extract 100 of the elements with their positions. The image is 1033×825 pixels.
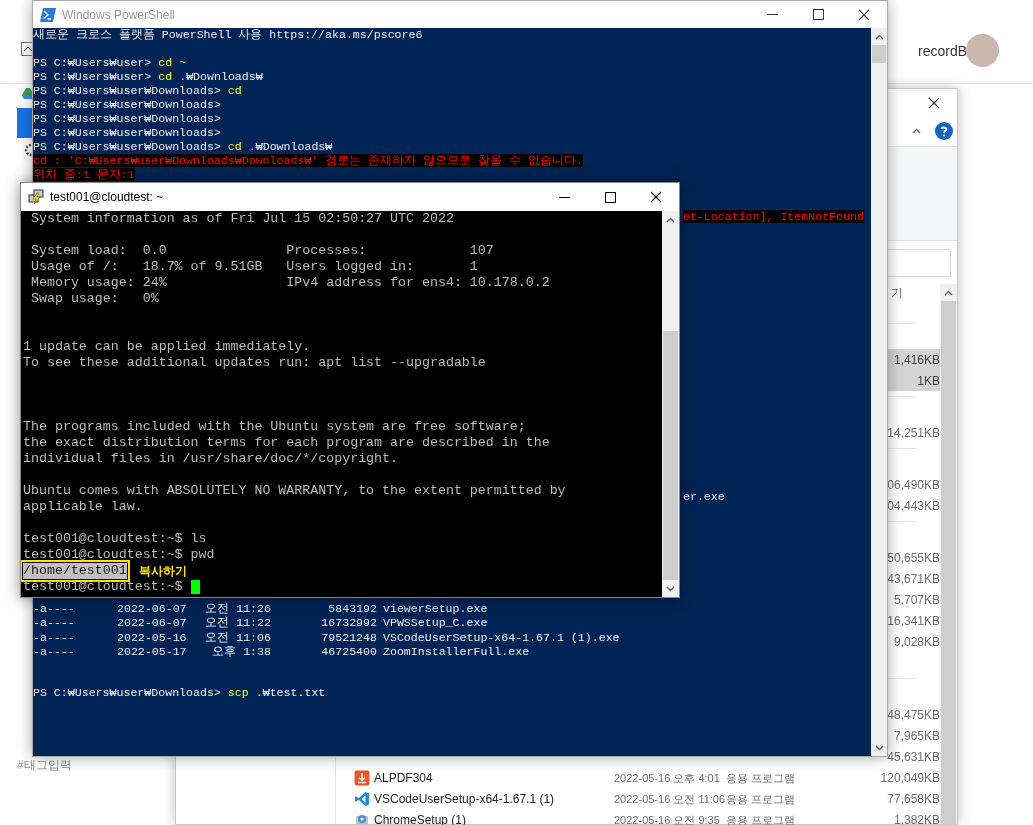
terminal-text: test001@cloudtest:~$ ls	[23, 531, 207, 546]
scroll-up-icon[interactable]	[874, 33, 884, 40]
argument-text: .₩test.txt	[255, 685, 326, 700]
scrollbar[interactable]	[871, 28, 887, 756]
help-icon[interactable]	[935, 122, 953, 140]
scrollbar-thumb[interactable]	[872, 45, 886, 63]
terminal-text: test001@cloudtest:~$ pwd	[23, 547, 215, 562]
prompt-text: PS C:₩Users₩user₩Downloads>	[33, 126, 221, 140]
file-name: VSCodeUserSetup-x64-1.67.1 (1)	[374, 790, 555, 808]
terminal-text: individual files in /usr/share/doc/*/copyright.	[23, 451, 399, 466]
file-row[interactable]: VSCodeUserSetup-x64-1.67.1 (1) 2022-05-16 오전 11:06응용 프로그램 77,658KB	[336, 788, 940, 809]
scroll-up-icon[interactable]	[666, 216, 675, 223]
close-icon[interactable]	[858, 8, 870, 21]
maximize-icon[interactable]	[812, 9, 824, 20]
argument-text: .₩Downloads₩	[248, 140, 333, 154]
console-text: 새로운 크로스 플랫폼 PowerShell 사용 https://aka.ms/pscore6	[33, 28, 423, 41]
command-text: cd	[227, 84, 242, 98]
file-size: 1,382KB	[893, 811, 940, 825]
text-cursor	[190, 580, 200, 594]
command-text: cd	[158, 56, 173, 70]
powershell-icon	[40, 7, 56, 22]
selected-file-size[interactable]: 1KB	[888, 370, 940, 391]
scrollbar-thumb[interactable]	[663, 331, 678, 580]
prompt-text: PS C:₩Users₩user₩Downloads>	[33, 98, 221, 112]
close-icon[interactable]	[928, 96, 940, 109]
terminal-text: the exact distribution terms for each program are described in the	[23, 435, 550, 450]
scrollbar[interactable]	[662, 211, 679, 597]
terminal-text: Usage of /: 18.7% of 9.51GB Users logged in: 1	[29, 259, 478, 274]
prompt-text: PS C:₩Users₩user>	[33, 70, 152, 84]
maximize-icon[interactable]	[604, 191, 616, 203]
collapse-ribbon-icon[interactable]	[912, 128, 921, 134]
file-name: VSCodeUserSetup-x64-1.67.1 (1).exe	[383, 630, 620, 646]
file-date: 2022-05-17	[117, 645, 188, 660]
gear-icon[interactable]	[23, 143, 35, 157]
file-type: 응용 프로그램	[726, 771, 796, 784]
argument-text: ~	[179, 56, 187, 70]
terminal-text: test001@cloudtest:~$	[23, 579, 183, 595]
file-time: 오전 11:06	[205, 630, 271, 646]
file-mode: -a----	[33, 616, 76, 631]
pdf-app-icon	[354, 769, 370, 786]
minimize-icon[interactable]	[558, 196, 570, 198]
scroll-down-icon[interactable]	[666, 585, 675, 592]
file-name: VPWSSetup_C.exe	[383, 616, 488, 631]
terminal-text: The programs included with the Ubuntu system are free software;	[23, 419, 526, 434]
error-text: et-Location], ItemNotFound	[683, 210, 864, 223]
file-length: 5843192	[328, 602, 377, 617]
terminal-text: System information as of Fri Jul 15 02:50:27 UTC 2022	[29, 211, 454, 226]
file-date: 2022-05-16 오후 4:01	[614, 771, 720, 784]
file-name: ALPDF304	[374, 769, 433, 787]
search-field[interactable]	[887, 248, 951, 277]
file-time: 오전 11:26	[205, 602, 271, 617]
prompt-text: PS C:₩Users₩user₩Downloads>	[33, 140, 221, 154]
command-text: cd	[227, 140, 242, 154]
argument-text: .₩Downloads₩	[179, 70, 263, 84]
selected-file-size[interactable]: 1,416KB	[888, 349, 940, 370]
error-text: 위치 줄:1 문자:1	[33, 168, 135, 181]
terminal-text: Ubuntu comes with ABSOLUTELY NO WARRANTY, to the extent permitted by	[23, 483, 566, 498]
file-date: 2022-05-16	[117, 630, 188, 646]
command-text: scp	[227, 685, 249, 700]
prompt-text: PS C:₩Users₩user₩Downloads>	[33, 685, 221, 700]
column-header[interactable]: 기	[891, 284, 903, 302]
file-row[interactable]: ALPDF304 2022-05-16 오후 4:01 응용 프로그램 120,049KB	[336, 767, 940, 788]
terminal-text: Memory usage: 24% IPv4 address for ens4: 10.178.0.2	[29, 275, 550, 290]
file-size: 120,049KB	[880, 769, 940, 787]
terminal-text: To see these additional updates run: apt list --upgradable	[23, 355, 486, 370]
tag-input-hint[interactable]: #태그입력	[17, 756, 72, 774]
close-icon[interactable]	[650, 191, 662, 203]
terminal-text: Swap usage: 0%	[29, 291, 159, 306]
user-name[interactable]: recordB	[918, 41, 968, 62]
terminal-text: 1 update can be applied immediately.	[23, 339, 311, 354]
file-length: 16732992	[321, 616, 377, 631]
file-date: 2022-05-16 오전 11:06	[614, 792, 726, 805]
file-mode: -a----	[33, 630, 76, 646]
file-date: 2022-06-07	[117, 602, 188, 617]
annotation-label: 복사하기	[138, 563, 187, 579]
terminal-text: applicable law.	[23, 499, 143, 514]
window-title: test001@cloudtest: ~	[50, 189, 164, 206]
file-type: 응용 프로그램	[726, 792, 796, 805]
file-length: 79521248	[321, 630, 377, 646]
command-text: cd	[158, 70, 173, 84]
file-name: ZoomInstallerFull.exe	[383, 645, 530, 660]
console-text: er.exe	[683, 490, 725, 503]
code-editor-icon	[354, 790, 370, 807]
scroll-up-icon[interactable]	[944, 289, 953, 296]
file-mode: -a----	[33, 602, 76, 617]
file-date: 2022-05-16 오전 9:35	[614, 813, 720, 825]
terminal-text: System load: 0.0 Processes: 107	[29, 243, 494, 258]
file-date: 2022-06-07	[117, 616, 188, 631]
file-length: 46725400	[321, 645, 377, 660]
window-title: Windows PowerShell	[62, 6, 175, 24]
scroll-down-icon[interactable]	[874, 744, 884, 751]
file-mode: -a----	[33, 645, 76, 660]
minimize-icon[interactable]	[766, 14, 778, 15]
terminal-app-icon	[28, 189, 44, 205]
file-name: viewerSetup.exe	[383, 602, 488, 617]
prompt-text: PS C:₩Users₩user₩Downloads>	[33, 112, 221, 126]
file-time: 오후 1:38	[212, 645, 271, 660]
file-size: 77,658KB	[887, 790, 940, 808]
error-text: cd : 'C:₩Users₩user₩Downloads₩Downloads₩' 경로는 존재하지 않으므로 찾을 수 없습니다.	[33, 154, 583, 167]
file-type: 응용 프로그램	[726, 813, 796, 825]
